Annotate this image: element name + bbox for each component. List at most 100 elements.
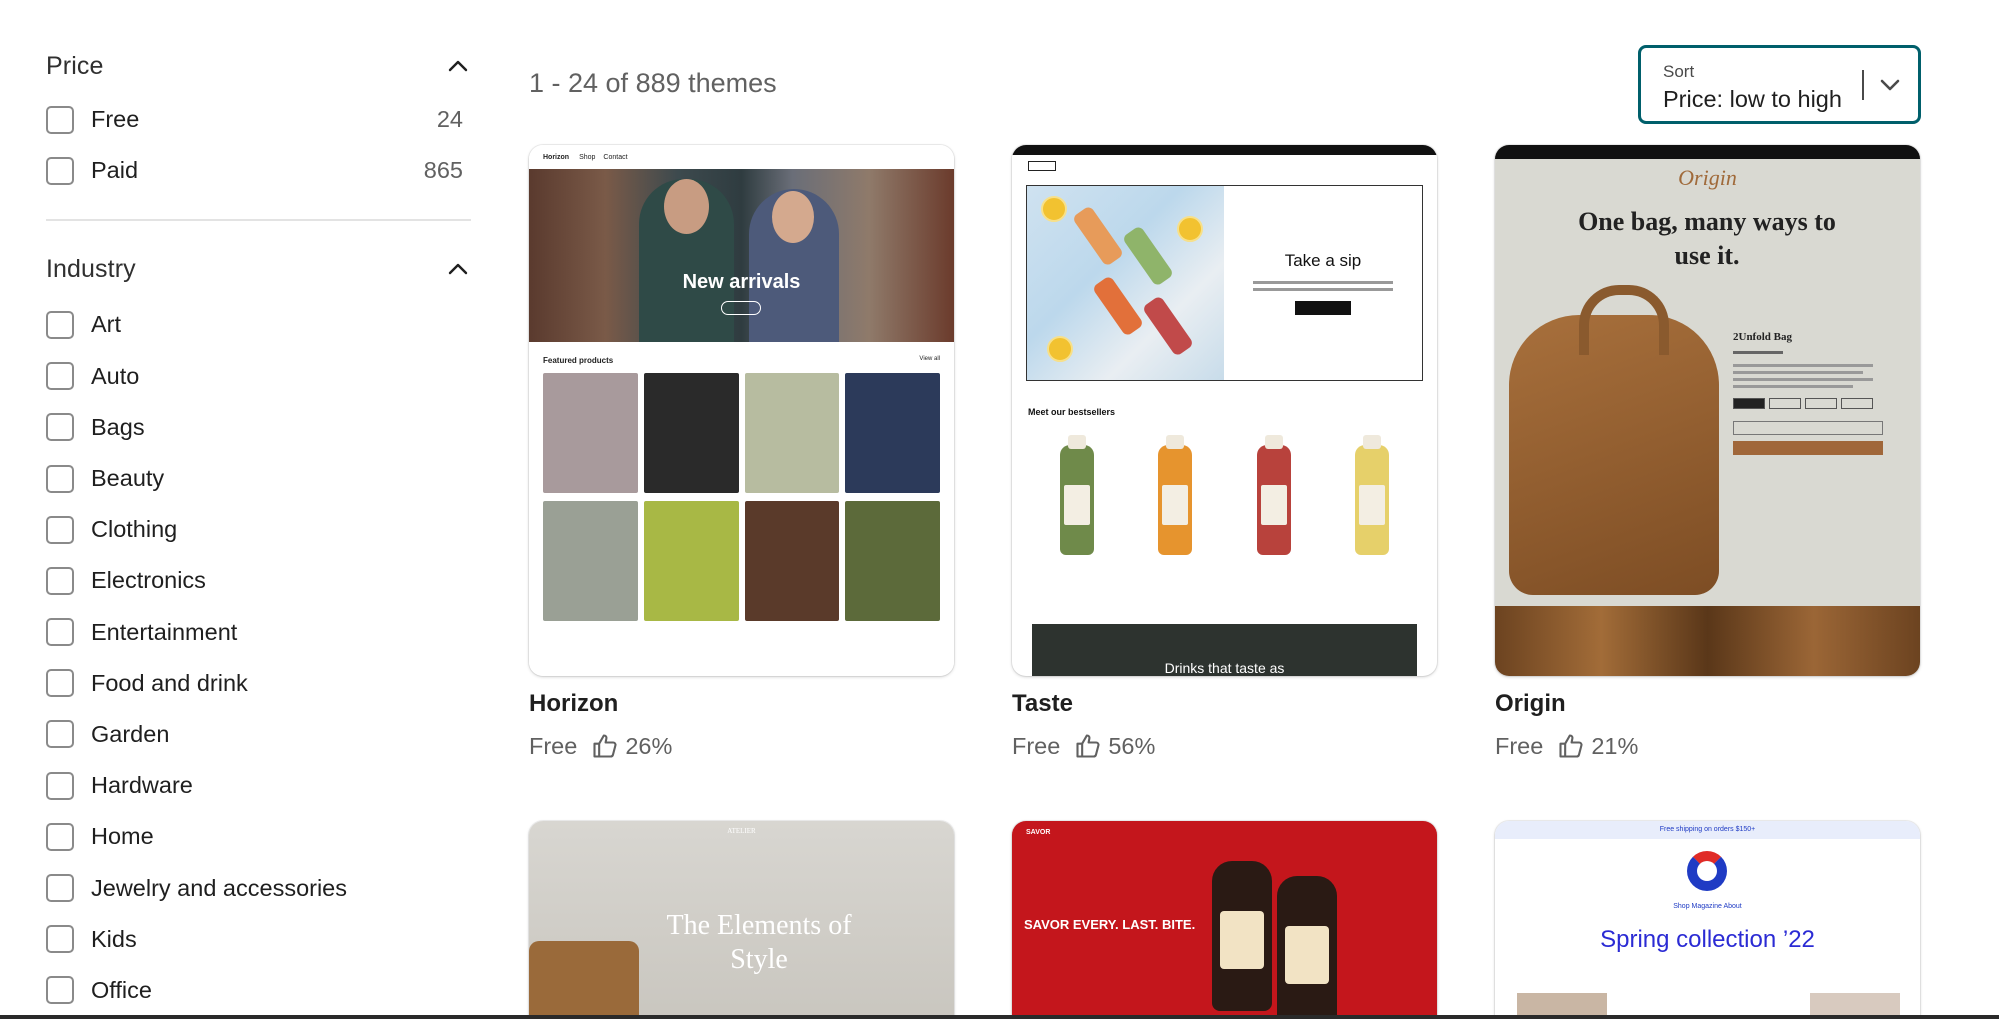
- theme-name[interactable]: Horizon: [529, 690, 954, 718]
- industry-option-art[interactable]: Art: [46, 299, 471, 350]
- preview-featured: Featured products View all: [529, 342, 954, 676]
- checkbox[interactable]: [46, 925, 74, 954]
- theme-meta: Free 56%: [1012, 732, 1437, 760]
- checkbox[interactable]: [46, 362, 74, 391]
- facet-divider: [46, 219, 471, 222]
- preview-hero-text: SAVOR EVERY. LAST. BITE.: [1024, 917, 1196, 932]
- viewport-edge: [0, 1015, 1999, 1019]
- preview-footer-text: Drinks that taste as: [1032, 624, 1417, 676]
- industry-option-auto[interactable]: Auto: [46, 351, 471, 402]
- checkbox[interactable]: [46, 515, 74, 544]
- theme-name[interactable]: Taste: [1012, 690, 1437, 718]
- preview-logo: Origin: [1678, 165, 1737, 190]
- facet-option-label: Bags: [91, 413, 145, 440]
- theme-preview-image[interactable]: SAVOR SAVOR EVERY. LAST. BITE.: [1012, 821, 1437, 1019]
- industry-option-office[interactable]: Office: [46, 965, 471, 1016]
- preview-nav-brand: Horizon: [543, 153, 570, 161]
- facet-option-label: Home: [91, 823, 154, 850]
- preview-nav: Horizon Shop Contact: [529, 145, 954, 169]
- price-facet-title: Price: [46, 51, 104, 80]
- checkbox[interactable]: [46, 310, 74, 339]
- theme-card-taste[interactable]: Take a sip Meet our bestsellers Drinks t…: [1012, 145, 1437, 760]
- sort-value: Price: low to high: [1663, 86, 1842, 112]
- preview-hero-text: New arrivals: [682, 271, 801, 293]
- theme-name[interactable]: Origin: [1495, 690, 1920, 718]
- facet-option-label: Paid: [91, 157, 139, 184]
- theme-card-savor[interactable]: SAVOR SAVOR EVERY. LAST. BITE.: [1012, 821, 1437, 1019]
- theme-preview-image[interactable]: Horizon Shop Contact New arrivals Featur…: [529, 145, 954, 676]
- checkbox[interactable]: [46, 874, 74, 903]
- theme-preview-image[interactable]: ATELIER The Elements of Style: [529, 821, 954, 1019]
- theme-rating: 21%: [1591, 732, 1639, 759]
- industry-facet-header[interactable]: Industry: [46, 243, 471, 295]
- facet-option-label: Art: [91, 311, 122, 338]
- facet-option-label: Garden: [91, 720, 170, 747]
- theme-price: Free: [1495, 732, 1544, 759]
- chevron-up-icon[interactable]: [445, 256, 471, 282]
- industry-option-beauty[interactable]: Beauty: [46, 453, 471, 504]
- theme-preview-image[interactable]: Origin One bag, many ways to use it. 2Un…: [1495, 145, 1920, 676]
- sort-select[interactable]: Sort Price: low to high: [1638, 45, 1921, 124]
- theme-price: Free: [529, 732, 578, 759]
- industry-option-bags[interactable]: Bags: [46, 402, 471, 453]
- facet-option-label: Food and drink: [91, 669, 248, 696]
- checkbox[interactable]: [46, 105, 74, 134]
- facet-option-label: Beauty: [91, 465, 165, 492]
- industry-option-entertainment[interactable]: Entertainment: [46, 607, 471, 658]
- preview-product-name: 2Unfold Bag: [1733, 331, 1792, 343]
- result-count: 1 - 24 of 889 themes: [529, 68, 777, 98]
- facet-option-label: Jewelry and accessories: [91, 874, 347, 901]
- checkbox[interactable]: [46, 720, 74, 749]
- preview-nav-link: Contact: [603, 153, 628, 161]
- industry-option-clothing[interactable]: Clothing: [46, 504, 471, 555]
- industry-option-hardware[interactable]: Hardware: [46, 760, 471, 811]
- sort-caption: Sort: [1663, 62, 1695, 81]
- preview-section-title: Meet our bestsellers: [1028, 407, 1116, 417]
- checkbox[interactable]: [46, 771, 74, 800]
- checkbox[interactable]: [46, 822, 74, 851]
- theme-preview-image[interactable]: Free shipping on orders $150+ Shop Magaz…: [1495, 821, 1920, 1019]
- checkbox[interactable]: [46, 976, 74, 1005]
- chevron-up-icon[interactable]: [445, 53, 471, 79]
- preview-hero-text: One bag, many ways to use it.: [1578, 207, 1836, 270]
- preview-hero-text: The Elements of Style: [666, 910, 852, 975]
- industry-option-electronics[interactable]: Electronics: [46, 555, 471, 606]
- thumbs-up-icon: [1559, 734, 1583, 758]
- filter-sidebar: Price Free 24 Paid 865 Industry Art Auto…: [46, 40, 471, 1016]
- checkbox[interactable]: [46, 413, 74, 442]
- industry-option-jewelry-and-accessories[interactable]: Jewelry and accessories: [46, 862, 471, 913]
- checkbox[interactable]: [46, 669, 74, 698]
- facet-option-label: Auto: [91, 362, 140, 389]
- theme-card-origin[interactable]: Origin One bag, many ways to use it. 2Un…: [1495, 145, 1920, 760]
- industry-option-kids[interactable]: Kids: [46, 914, 471, 965]
- facet-option-label: Office: [91, 976, 152, 1003]
- facet-option-label: Kids: [91, 925, 137, 952]
- price-facet-header[interactable]: Price: [46, 40, 471, 92]
- preview-hero-text: Spring collection ’22: [1600, 926, 1815, 953]
- facet-option-label: Entertainment: [91, 618, 238, 645]
- theme-rating: 26%: [625, 732, 673, 759]
- theme-meta: Free 26%: [529, 732, 954, 760]
- preview-nav: Shop Magazine About: [1673, 903, 1742, 910]
- price-option-paid[interactable]: Paid 865: [46, 145, 471, 196]
- theme-preview-image[interactable]: Take a sip Meet our bestsellers Drinks t…: [1012, 145, 1437, 676]
- facet-option-label: Clothing: [91, 516, 178, 543]
- checkbox[interactable]: [46, 618, 74, 647]
- facet-option-label: Hardware: [91, 772, 193, 799]
- price-option-free[interactable]: Free 24: [46, 94, 471, 145]
- preview-section-title: Featured products: [543, 356, 614, 365]
- industry-option-garden[interactable]: Garden: [46, 709, 471, 760]
- chevron-down-icon[interactable]: [1877, 72, 1903, 98]
- industry-option-food-and-drink[interactable]: Food and drink: [46, 658, 471, 709]
- checkbox[interactable]: [46, 464, 74, 493]
- theme-card-atelier[interactable]: ATELIER The Elements of Style: [529, 821, 954, 1019]
- theme-card-spring[interactable]: Free shipping on orders $150+ Shop Magaz…: [1495, 821, 1920, 1019]
- theme-card-horizon[interactable]: Horizon Shop Contact New arrivals Featur…: [529, 145, 954, 760]
- sort-separator: [1862, 70, 1864, 100]
- theme-price: Free: [1012, 732, 1061, 759]
- industry-option-home[interactable]: Home: [46, 811, 471, 862]
- preview-banner: Free shipping on orders $150+: [1495, 821, 1920, 839]
- checkbox[interactable]: [46, 566, 74, 595]
- checkbox[interactable]: [46, 156, 74, 185]
- facet-option-label: Free: [91, 106, 140, 133]
